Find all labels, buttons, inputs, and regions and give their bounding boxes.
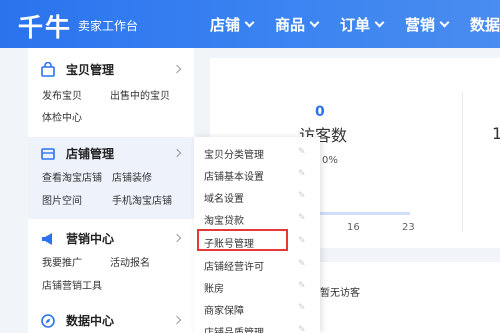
flyout-item[interactable]: 宝贝分类管理: [204, 146, 264, 161]
trend-line: [320, 212, 410, 215]
megaphone-icon: [42, 232, 52, 245]
no-visitor-text: 暂无访客: [320, 288, 360, 299]
pin-icon[interactable]: ✎: [298, 148, 306, 157]
highlight-box: [197, 229, 288, 251]
top-navigation-bar: 千牛 卖家工作台 店铺 商品 订单 营销 数据: [0, 0, 500, 48]
nav-label: 数据: [470, 16, 500, 34]
sidebar-group-header[interactable]: 数据中心: [40, 312, 114, 329]
sidebar-group-marketing: 营销中心 我要推广 活动报名 店铺营销工具: [28, 224, 194, 302]
chevron-right-icon: [172, 315, 182, 325]
chart-tick-label: 23: [402, 222, 415, 233]
sidebar: 宝贝管理 发布宝贝 出售中的宝贝 体检中心 店铺管理 查看淘宝店铺 店铺装修 图…: [28, 48, 194, 333]
nav-label: 营销: [405, 16, 436, 34]
flyout-item[interactable]: 店铺基本设置: [204, 168, 264, 183]
sidebar-link[interactable]: 发布宝贝: [42, 87, 82, 102]
sidebar-link[interactable]: 店铺营销工具: [42, 277, 102, 292]
pin-icon[interactable]: ✎: [298, 170, 306, 179]
chevron-down-icon: [309, 17, 320, 28]
chevron-right-icon: [172, 233, 182, 243]
stat-label-clipped: 1: [492, 124, 500, 143]
flyout-item[interactable]: 淘宝贷款: [204, 212, 244, 227]
nav-data[interactable]: 数据: [470, 14, 500, 35]
sidebar-link[interactable]: 体检中心: [42, 109, 82, 124]
sidebar-link[interactable]: 出售中的宝贝: [110, 87, 170, 102]
sidebar-group-header[interactable]: 宝贝管理: [40, 61, 114, 78]
nav-orders[interactable]: 订单: [340, 14, 385, 35]
sidebar-group-title: 店铺管理: [66, 147, 115, 161]
app-subtitle: 卖家工作台: [78, 19, 139, 33]
divider: [462, 92, 463, 232]
chevron-down-icon: [439, 17, 450, 28]
sidebar-group-store: 店铺管理 查看淘宝店铺 店铺装修 图片空间 手机淘宝店铺: [28, 137, 194, 219]
store-icon: [41, 147, 55, 160]
sidebar-link[interactable]: 我要推广: [42, 254, 82, 269]
pin-icon[interactable]: ✎: [298, 304, 306, 313]
sidebar-link[interactable]: 图片空间: [42, 192, 82, 207]
nav-marketing[interactable]: 营销: [405, 14, 450, 35]
pin-icon[interactable]: ✎: [298, 260, 306, 269]
nav-products[interactable]: 商品: [275, 14, 320, 35]
chevron-right-icon: [172, 148, 182, 158]
flyout-item[interactable]: 店铺经营许可: [204, 258, 264, 273]
sidebar-group-title: 宝贝管理: [66, 63, 115, 77]
visitor-percent: 0%: [322, 155, 338, 166]
sidebar-link[interactable]: 查看淘宝店铺: [42, 169, 102, 184]
nav-label: 店铺: [210, 16, 241, 34]
flyout-item[interactable]: 店铺品质管理: [204, 324, 264, 333]
sidebar-group-title: 数据中心: [66, 314, 115, 328]
sidebar-link[interactable]: 手机淘宝店铺: [112, 192, 172, 207]
bag-icon: [41, 61, 55, 77]
sidebar-group-header[interactable]: 营销中心: [40, 230, 114, 247]
compass-icon: [41, 313, 55, 328]
visitor-count: 0: [315, 104, 325, 120]
chevron-down-icon: [374, 17, 385, 28]
pin-icon[interactable]: ✎: [298, 282, 306, 291]
flyout-item[interactable]: 账房: [204, 280, 224, 295]
chart-tick-label: 16: [347, 222, 360, 233]
pin-icon[interactable]: ✎: [298, 214, 306, 223]
chevron-right-icon: [172, 64, 182, 74]
nav-label: 订单: [340, 16, 371, 34]
sidebar-link[interactable]: 店铺装修: [112, 169, 152, 184]
sidebar-group-title: 营销中心: [66, 232, 115, 246]
chevron-down-icon: [244, 17, 255, 28]
nav-label: 商品: [275, 16, 306, 34]
nav-store[interactable]: 店铺: [210, 14, 255, 35]
pin-icon[interactable]: ✎: [298, 237, 306, 246]
pin-icon[interactable]: ✎: [298, 326, 306, 333]
sidebar-link[interactable]: 活动报名: [110, 254, 150, 269]
pin-icon[interactable]: ✎: [298, 192, 306, 201]
app-logo[interactable]: 千牛: [18, 8, 72, 44]
flyout-item[interactable]: 商家保障: [204, 302, 244, 317]
flyout-item[interactable]: 域名设置: [204, 190, 244, 205]
sidebar-group-products: 宝贝管理 发布宝贝 出售中的宝贝 体检中心: [28, 48, 194, 132]
sidebar-group-data: 数据中心: [28, 306, 194, 333]
sidebar-group-header[interactable]: 店铺管理: [40, 145, 114, 162]
